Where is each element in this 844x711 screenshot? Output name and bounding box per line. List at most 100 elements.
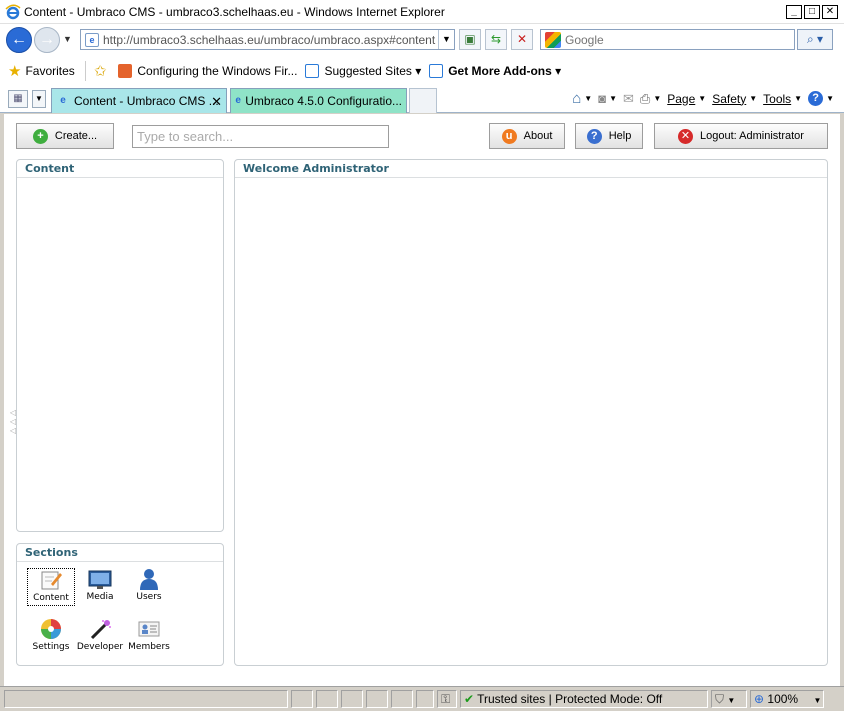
logout-icon: ✕ <box>678 128 694 144</box>
search-button[interactable]: ⌕ ▾ <box>797 29 833 50</box>
section-label: Users <box>136 592 162 602</box>
address-dropdown-icon[interactable]: ▼ <box>438 30 454 49</box>
status-cell-6 <box>416 690 434 708</box>
welcome-panel-title: Welcome Administrator <box>235 160 827 178</box>
create-button[interactable]: + Create... <box>16 123 114 149</box>
section-settings[interactable]: Settings <box>27 618 75 656</box>
status-cell-5 <box>391 690 413 708</box>
favorites-button[interactable]: ★ Favorites <box>8 62 75 80</box>
command-bar: ⌂ ▼ ◙ ▼ ✉ ⎙ ▼ Page ▼ Safety ▼ Tools ▼ ? ▼ <box>572 90 834 107</box>
refresh-button[interactable]: ⇆ <box>485 29 507 50</box>
content-panel-title: Content <box>17 160 223 178</box>
panel-splitter-handle[interactable]: ◁ ◁ ◁ <box>10 408 16 435</box>
protected-mode-cell[interactable]: ⚿ <box>437 690 457 708</box>
internet-explorer-icon <box>5 4 21 19</box>
about-label: About <box>523 130 553 142</box>
tab-content-umbraco[interactable]: e Content - Umbraco CMS ... ✕ <box>51 88 227 113</box>
developer-icon <box>90 620 111 640</box>
logout-label: Logout: Administrator <box>700 130 804 142</box>
tab-label: Umbraco 4.5.0 Configuratio... <box>245 94 402 108</box>
home-button[interactable]: ⌂ ▼ <box>572 90 592 107</box>
section-label: Media <box>86 592 114 602</box>
section-content[interactable]: Content <box>27 568 75 606</box>
search-box[interactable] <box>540 29 795 50</box>
tab-label: Content - Umbraco CMS ... <box>74 94 219 108</box>
address-bar-row: ← → ▼ e http://umbraco3.schelhaas.eu/umb… <box>0 24 844 57</box>
pop-up-blocker-cell[interactable]: ⛉ ▼ <box>711 690 747 708</box>
url-text[interactable]: http://umbraco3.schelhaas.eu/umbraco/umb… <box>103 33 435 47</box>
close-button[interactable]: ✕ <box>822 5 838 19</box>
members-icon <box>138 621 160 637</box>
forward-button[interactable]: → <box>34 27 60 53</box>
get-add-ons-label: Get More Add-ons ▾ <box>448 63 562 78</box>
help-label: Help <box>608 130 632 142</box>
help-circle-icon: ? <box>808 91 824 106</box>
settings-icon <box>41 619 61 639</box>
mail-icon: ✉ <box>623 90 634 106</box>
zone-status[interactable]: ✔ Trusted sites | Protected Mode: Off <box>460 690 708 708</box>
help-button[interactable]: ? Help <box>575 123 643 149</box>
back-button[interactable]: ← <box>6 27 32 53</box>
zoom-level: 100% <box>767 692 799 706</box>
add-to-favorites-bar-button[interactable]: ✩ <box>94 62 111 80</box>
help-menu[interactable]: ? ▼ <box>808 91 834 106</box>
link-page-icon <box>118 63 133 78</box>
section-developer[interactable]: Developer <box>76 618 124 656</box>
stop-button[interactable]: ✕ <box>511 29 533 50</box>
search-input[interactable] <box>565 32 785 47</box>
zoom-icon: ⊕ <box>754 692 765 706</box>
favorite-link-firewall[interactable]: Configuring the Windows Fir... <box>118 63 297 78</box>
create-plus-icon: + <box>32 128 48 144</box>
window-controls: _ □ ✕ <box>786 5 838 19</box>
tab-close-icon[interactable]: ✕ <box>211 94 222 110</box>
favorites-star-icon: ★ <box>8 62 22 80</box>
tab-list-dropdown[interactable]: ▼ <box>32 90 46 108</box>
status-cell-2 <box>316 690 338 708</box>
search-icon: ⌕ ▾ <box>806 32 824 46</box>
umbraco-search-input[interactable]: Type to search... <box>132 125 389 148</box>
zone-status-text: Trusted sites | Protected Mode: Off <box>477 692 663 706</box>
minimize-button[interactable]: _ <box>786 5 802 19</box>
google-icon <box>545 31 561 48</box>
content-tree-panel: Content <box>16 159 224 532</box>
section-members[interactable]: Members <box>125 618 173 656</box>
shield-icon: ⛉ <box>715 692 725 706</box>
safety-menu[interactable]: Safety ▼ <box>712 92 757 106</box>
read-mail-button[interactable]: ✉ <box>623 91 634 107</box>
compatibility-view-button[interactable]: ▣ <box>459 29 481 50</box>
sections-title: Sections <box>17 544 223 562</box>
quick-tabs-button[interactable]: ▦ <box>8 90 28 108</box>
forward-arrow-icon: → <box>39 31 55 48</box>
section-users[interactable]: Users <box>125 568 173 606</box>
get-add-ons-button[interactable]: Get More Add-ons ▾ <box>429 63 562 78</box>
print-button[interactable]: ⎙ ▼ <box>640 91 661 107</box>
section-media[interactable]: Media <box>76 568 124 606</box>
feeds-button[interactable]: ◙ ▼ <box>598 91 617 106</box>
back-arrow-icon: ← <box>11 31 27 48</box>
sections-panel: Sections Content Media Users Settings De… <box>16 543 224 666</box>
suggested-sites-button[interactable]: Suggested Sites ▾ <box>305 63 421 78</box>
zoom-dropdown-icon: ▼ <box>813 696 822 705</box>
umbraco-logo-icon: u <box>501 128 517 144</box>
stop-icon: ✕ <box>516 32 528 46</box>
safety-menu-label: Safety <box>712 91 747 106</box>
favorites-label: Favorites <box>25 63 75 78</box>
window-title: Content - Umbraco CMS - umbraco3.schelha… <box>24 4 445 19</box>
printer-icon: ⎙ <box>639 90 651 106</box>
status-cell-1 <box>291 690 313 708</box>
content-icon <box>41 571 62 590</box>
new-tab-button[interactable] <box>409 88 437 113</box>
logout-button[interactable]: ✕ Logout: Administrator <box>654 123 828 149</box>
recent-pages-dropdown[interactable]: ▼ <box>63 34 72 44</box>
tab-page-icon: e <box>60 95 66 106</box>
about-button[interactable]: u About <box>489 123 565 149</box>
umbraco-backoffice: + Create... Type to search... u About ? … <box>4 114 840 686</box>
tools-menu[interactable]: Tools ▼ <box>763 92 802 106</box>
maximize-button[interactable]: □ <box>804 5 820 19</box>
address-field[interactable]: e http://umbraco3.schelhaas.eu/umbraco/u… <box>80 29 455 50</box>
section-label: Settings <box>32 642 70 652</box>
page-menu[interactable]: Page ▼ <box>667 92 706 106</box>
section-label: Members <box>128 642 170 652</box>
zoom-control[interactable]: ⊕ 100% ▼ <box>750 690 824 708</box>
tab-umbraco-configuration[interactable]: e Umbraco 4.5.0 Configuratio... <box>230 88 407 113</box>
